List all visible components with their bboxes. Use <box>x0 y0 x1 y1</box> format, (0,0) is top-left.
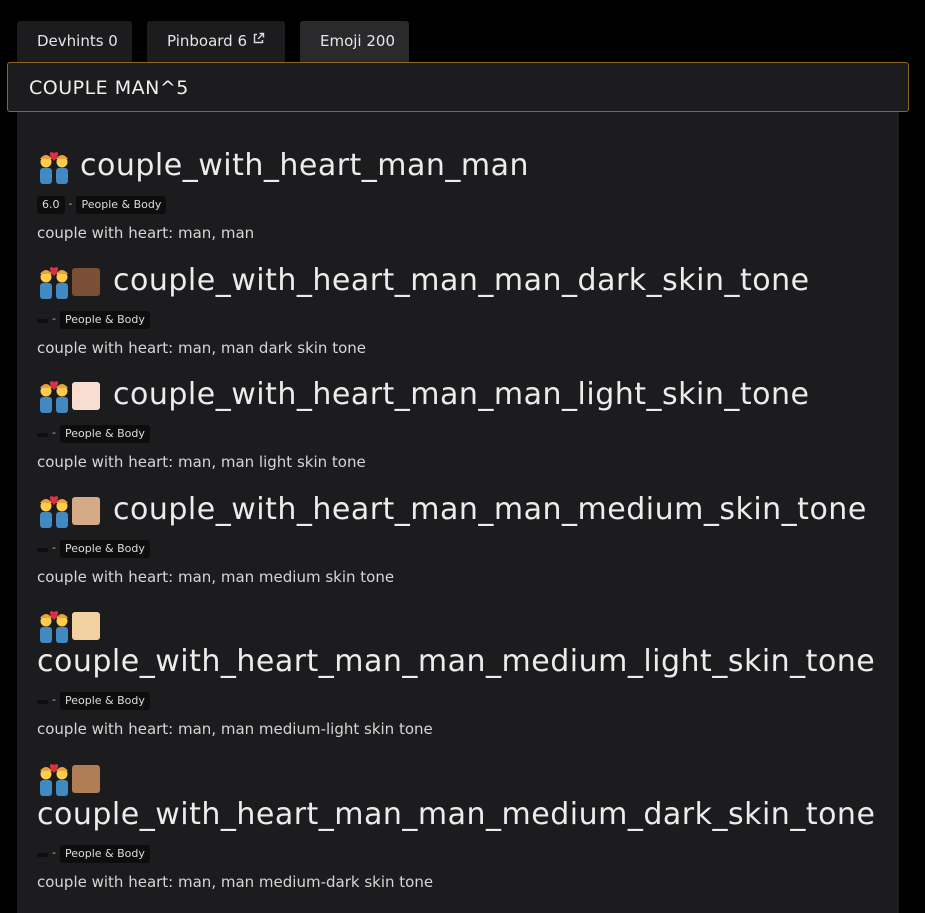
category-badge: People & Body <box>59 425 150 443</box>
meta-separator: - <box>52 426 56 439</box>
emoji-meta: - People & Body <box>37 425 150 443</box>
emoji-name: couple_with_heart_man_man_dark_skin_tone <box>113 263 810 298</box>
emoji-description: couple with heart: man, man medium-light… <box>37 720 433 738</box>
category-badge: People & Body <box>59 692 150 710</box>
tab-pinboard-label: Pinboard 6 <box>167 32 248 50</box>
meta-separator: - <box>68 197 73 210</box>
emoji-description: couple with heart: man, man medium skin … <box>37 568 395 586</box>
meta-separator: - <box>52 312 56 325</box>
emoji-name: couple_with_heart_man_man_light_skin_ton… <box>113 377 810 412</box>
emoji-meta: 6.0- People & Body <box>37 196 167 214</box>
result-item[interactable]: couple_with_heart_man_man_medium_skin_to… <box>37 492 887 594</box>
skin-tone-swatch <box>72 497 100 525</box>
search-input[interactable] <box>8 63 908 111</box>
result-item[interactable]: couple_with_heart_man_man_medium_dark_sk… <box>37 762 887 902</box>
emoji-meta: - People & Body <box>37 845 150 863</box>
tab-pinboard[interactable]: Pinboard 6 <box>147 21 285 62</box>
result-item[interactable]: couple_with_heart_man_man 6.0- People & B… <box>37 148 887 250</box>
result-item[interactable]: couple_with_heart_man_man_medium_light_s… <box>37 609 887 749</box>
couple-with-heart-icon <box>40 611 68 643</box>
version-badge <box>37 700 48 704</box>
meta-separator: - <box>52 541 56 554</box>
couple-with-heart-icon <box>40 496 68 528</box>
emoji-description: couple with heart: man, man <box>37 224 255 242</box>
category-badge: People & Body <box>59 540 150 558</box>
skin-tone-swatch <box>72 765 100 793</box>
category-badge: People & Body <box>59 311 150 329</box>
emoji-description: couple with heart: man, man light skin t… <box>37 453 366 471</box>
external-link-icon <box>252 20 265 61</box>
category-badge: People & Body <box>76 196 167 214</box>
version-badge <box>37 853 48 857</box>
meta-separator: - <box>52 693 56 706</box>
couple-with-heart-icon <box>40 381 68 413</box>
emoji-description: couple with heart: man, man medium-dark … <box>37 873 434 891</box>
meta-separator: - <box>52 846 56 859</box>
couple-with-heart-icon <box>40 764 68 796</box>
version-badge <box>37 433 48 437</box>
skin-tone-swatch <box>72 268 100 296</box>
emoji-name: couple_with_heart_man_man_medium_dark_sk… <box>37 797 876 832</box>
emoji-name: couple_with_heart_man_man <box>80 148 530 183</box>
result-item[interactable]: couple_with_heart_man_man_dark_skin_tone… <box>37 263 887 365</box>
couple-with-heart-icon <box>40 152 68 184</box>
skin-tone-swatch <box>72 612 100 640</box>
version-badge <box>37 548 48 552</box>
emoji-meta: - People & Body <box>37 540 150 558</box>
results-panel: couple_with_heart_man_man 6.0- People & B… <box>17 112 899 913</box>
emoji-name: couple_with_heart_man_man_medium_skin_to… <box>113 492 867 527</box>
result-item[interactable]: couple_with_heart_man_man_light_skin_ton… <box>37 377 887 479</box>
emoji-description: couple with heart: man, man dark skin to… <box>37 339 367 357</box>
version-badge: 6.0 <box>37 196 65 214</box>
tab-devhints-label: Devhints 0 <box>37 32 118 50</box>
tab-devhints[interactable]: Devhints 0 <box>17 21 132 62</box>
category-badge: People & Body <box>59 845 150 863</box>
tab-emoji[interactable]: Emoji 200 <box>300 21 409 62</box>
search-box <box>7 62 909 112</box>
skin-tone-swatch <box>72 382 100 410</box>
tab-emoji-label: Emoji 200 <box>320 32 395 50</box>
version-badge <box>37 319 48 323</box>
couple-with-heart-icon <box>40 267 68 299</box>
emoji-meta: - People & Body <box>37 692 150 710</box>
emoji-name: couple_with_heart_man_man_medium_light_s… <box>37 644 876 679</box>
emoji-meta: - People & Body <box>37 311 150 329</box>
